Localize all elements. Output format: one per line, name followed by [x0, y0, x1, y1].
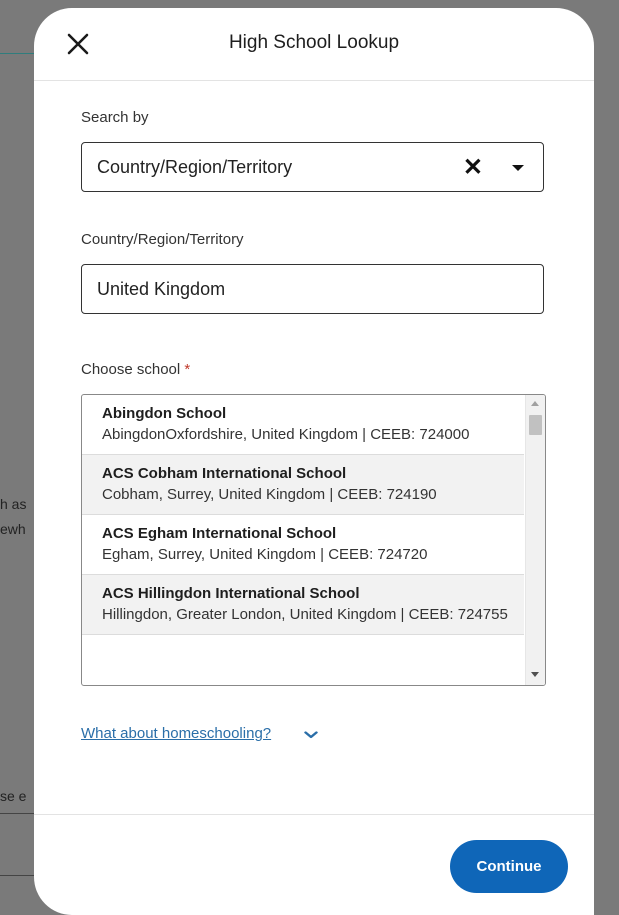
school-option[interactable]: Abingdon School AbingdonOxfordshire, Uni…	[82, 395, 524, 455]
search-by-select[interactable]: Country/Region/Territory ✕	[81, 142, 544, 192]
school-option[interactable]: ACS Cobham International School Cobham, …	[82, 455, 524, 515]
search-by-value: Country/Region/Territory	[97, 157, 293, 177]
homeschooling-link[interactable]: What about homeschooling?	[81, 725, 271, 742]
school-list: Abingdon School AbingdonOxfordshire, Uni…	[82, 395, 524, 635]
background-text: se e	[0, 788, 27, 804]
school-location: Egham, Surrey, United Kingdom | CEEB: 72…	[102, 546, 428, 563]
required-asterisk: *	[184, 361, 191, 378]
choose-school-label-text: Choose school	[81, 361, 181, 378]
country-input[interactable]: United Kingdom	[81, 264, 544, 314]
background-text: ewh	[0, 521, 26, 537]
school-option[interactable]: ACS Egham International School Egham, Su…	[82, 515, 524, 575]
clear-selection-icon[interactable]: ✕	[463, 153, 483, 182]
continue-button[interactable]: Continue	[450, 840, 568, 893]
modal-header: High School Lookup	[34, 8, 594, 81]
scroll-up-icon[interactable]	[531, 401, 539, 406]
school-option[interactable]: ACS Hillingdon International School Hill…	[82, 575, 524, 635]
choose-school-label: Choose school *	[81, 361, 190, 378]
background-text: h as	[0, 496, 27, 512]
scroll-down-icon[interactable]	[531, 672, 539, 677]
search-by-label: Search by	[81, 109, 149, 126]
country-label: Country/Region/Territory	[81, 231, 244, 248]
high-school-lookup-modal: High School Lookup Search by Country/Reg…	[34, 8, 594, 915]
school-name: Abingdon School	[102, 405, 227, 422]
footer-divider	[34, 814, 594, 815]
chevron-down-icon[interactable]	[304, 727, 318, 743]
school-listbox[interactable]: Abingdon School AbingdonOxfordshire, Uni…	[81, 394, 546, 686]
school-name: ACS Hillingdon International School	[102, 585, 360, 602]
school-name: ACS Cobham International School	[102, 465, 347, 482]
school-location: AbingdonOxfordshire, United Kingdom | CE…	[102, 426, 470, 443]
modal-title: High School Lookup	[228, 32, 400, 53]
list-scrollbar[interactable]	[525, 395, 545, 685]
school-location: Hillingdon, Greater London, United Kingd…	[102, 606, 508, 623]
country-value: United Kingdom	[97, 279, 226, 299]
scroll-thumb[interactable]	[529, 415, 542, 435]
school-name: ACS Egham International School	[102, 525, 337, 542]
chevron-down-icon[interactable]	[512, 165, 524, 171]
school-location: Cobham, Surrey, United Kingdom | CEEB: 7…	[102, 486, 437, 503]
